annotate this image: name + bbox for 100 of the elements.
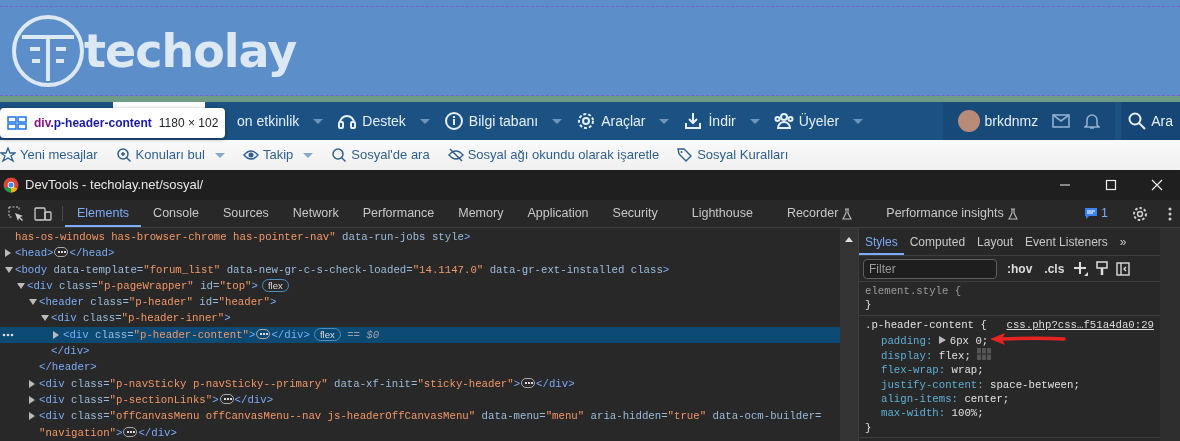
css-value[interactable]: flex; <box>938 350 971 363</box>
collapsed-triangle-icon[interactable] <box>53 330 59 339</box>
html-tag: <div <box>39 408 65 425</box>
css-value[interactable]: wrap; <box>951 364 984 377</box>
devtools-tab[interactable]: Security <box>600 200 670 227</box>
sidebar-tab[interactable]: Computed <box>903 228 972 255</box>
sub-nav-link[interactable]: Konuları bul <box>109 145 231 165</box>
devtools-tab[interactable]: Network <box>280 200 351 227</box>
sub-nav-link[interactable]: Takip <box>236 145 320 165</box>
devtools-tab[interactable]: Lighthouse <box>669 200 765 227</box>
html-tag: > <box>463 229 471 246</box>
inspect-element-icon[interactable] <box>8 205 24 222</box>
gear-icon <box>576 111 597 131</box>
sub-nav-link[interactable]: Sosyal'de ara <box>325 145 436 165</box>
settings-icon[interactable] <box>1132 205 1148 222</box>
close-icon[interactable] <box>1151 179 1163 191</box>
new-rule-icon[interactable] <box>1074 261 1089 276</box>
avatar <box>957 110 980 132</box>
nav-item[interactable]: Destek <box>330 102 437 140</box>
maximize-icon[interactable] <box>1105 179 1117 191</box>
css-value[interactable]: space-between; <box>990 378 1080 391</box>
attribute-value: "navigation" <box>39 425 116 441</box>
devtools-tab[interactable]: Memory <box>446 200 516 227</box>
sidebar-toggle-icon[interactable] <box>1116 261 1131 276</box>
eye-icon <box>242 147 259 163</box>
html-tag: </head> <box>69 245 115 262</box>
star-icon <box>0 147 16 163</box>
attribute-value: "14.1147.0" <box>412 262 484 278</box>
devtools-tab[interactable]: Sources <box>211 200 281 227</box>
mail-icon[interactable] <box>1052 114 1071 128</box>
css-property[interactable]: flex-wrap: <box>881 364 952 377</box>
toggle-button[interactable]: .cls <box>1042 259 1067 278</box>
css-property[interactable]: align-items: <box>881 393 965 406</box>
expanded-triangle-icon[interactable] <box>5 266 13 273</box>
scrollbar[interactable] <box>840 228 858 441</box>
devtools-tab[interactable]: Console <box>141 200 211 227</box>
css-property[interactable]: display: <box>881 350 939 363</box>
nav-item[interactable]: Araçlar <box>569 102 677 140</box>
sidebar-tab[interactable]: Event Listeners <box>1019 228 1114 255</box>
html-tag: <div <box>51 310 77 327</box>
sub-nav-link[interactable]: Sosyal ağı okundu olarak işaretle <box>441 145 666 165</box>
tags-icon <box>677 147 694 163</box>
more-icon[interactable] <box>2 332 14 337</box>
nav-item[interactable]: Bilgi tabanı <box>436 102 570 140</box>
attribute-value: "forum_list" <box>143 262 221 278</box>
css-value[interactable]: center; <box>964 393 1010 406</box>
sub-nav-link[interactable]: Sosyal Kuralları <box>671 145 795 165</box>
flex-container-icon <box>7 116 27 130</box>
expanded-triangle-icon[interactable] <box>17 282 25 289</box>
attribute-name: class= <box>70 409 110 425</box>
more-options-icon[interactable] <box>1168 206 1172 221</box>
sidebar-tab[interactable]: Layout <box>971 228 1020 255</box>
attribute-value: "menu" <box>545 409 585 425</box>
html-tag: </div> <box>51 343 90 360</box>
html-tag: > <box>249 326 256 344</box>
source-link[interactable]: css.php?css…f51a4da0:29 <box>1006 317 1154 332</box>
sidebar-tab[interactable]: Styles <box>859 228 904 255</box>
css-property[interactable]: padding: <box>881 334 939 347</box>
filter-field[interactable]: Filter <box>863 258 997 279</box>
search-button[interactable]: Ara <box>1121 102 1180 140</box>
attribute-name: id= <box>199 278 220 294</box>
attribute-name: data-menu= <box>480 409 546 425</box>
sub-nav-link[interactable]: Yeni mesajlar <box>0 145 104 165</box>
expanded-triangle-icon[interactable] <box>29 299 37 306</box>
devtools-tab[interactable]: Recorder <box>764 200 865 227</box>
issues-button[interactable]: 1 <box>1073 200 1120 227</box>
devtools-tab[interactable]: Application <box>515 200 601 227</box>
collapsed-triangle-icon[interactable] <box>29 395 35 404</box>
expand-triangle-icon[interactable] <box>938 335 946 344</box>
devtools-tab[interactable]: Elements <box>65 200 142 227</box>
html-tag: </header> <box>39 359 97 376</box>
bell-icon[interactable] <box>1084 112 1101 130</box>
devtools-tab[interactable]: Performance insights <box>864 200 1030 227</box>
closing-brace: } <box>865 298 873 313</box>
device-toolbar-icon[interactable] <box>34 205 52 222</box>
css-property[interactable]: justify-content: <box>881 378 991 391</box>
scroll-up-icon[interactable] <box>845 237 853 242</box>
nav-item[interactable]: Üyeler <box>766 102 871 140</box>
devtools-tab[interactable]: Performance <box>350 200 447 227</box>
expanded-triangle-icon[interactable] <box>41 315 49 322</box>
collapsed-triangle-icon[interactable] <box>29 412 35 421</box>
selected-node-highlight[interactable]: <div class="p-header-content"> </div> flex == $0 <box>0 326 840 344</box>
attribute-value: "p-sectionLinks" <box>109 392 213 408</box>
collapsed-triangle-icon[interactable] <box>5 249 11 258</box>
attribute-value: has-os-windows has-browser-chrome has-pointer-nav" <box>15 230 336 245</box>
attribute-name: data-new-gr-c-s-check-loaded= <box>225 262 413 278</box>
html-tag: <head> <box>15 245 54 262</box>
zoom-in-icon <box>115 147 132 163</box>
paint-roller-icon[interactable] <box>1096 261 1109 276</box>
css-property[interactable]: max-width: <box>881 407 952 420</box>
attribute-value: "true" <box>667 409 707 425</box>
attribute-name: data-run-jobs style <box>341 230 464 245</box>
css-value[interactable]: 6px 0; <box>949 334 989 347</box>
css-value[interactable]: 100%; <box>951 407 984 420</box>
more-tabs-button[interactable]: » <box>1113 228 1133 255</box>
nav-item[interactable]: İndir <box>676 102 767 140</box>
collapsed-triangle-icon[interactable] <box>29 379 35 388</box>
element-size: 1180 × 102 <box>158 115 219 132</box>
attribute-value: "offCanvasMenu offCanvasMenu--nav js-headerOffCanvasMenu" <box>109 409 476 425</box>
toggle-button[interactable]: :hov <box>1005 259 1035 278</box>
